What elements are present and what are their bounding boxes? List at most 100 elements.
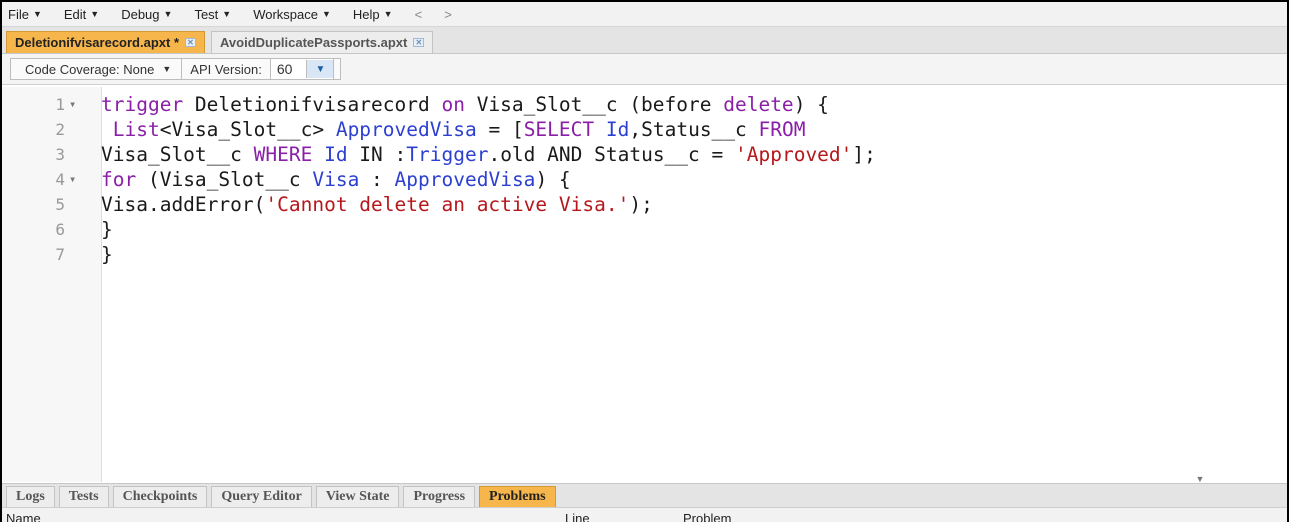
code-token: ) { (535, 168, 571, 191)
code-text[interactable]: } (95, 217, 113, 242)
tab-query-editor[interactable]: Query Editor (211, 486, 312, 507)
code-text[interactable]: List<Visa_Slot__c> ApprovedVisa = [SELEC… (95, 117, 806, 142)
tab-deletionifvisarecord[interactable]: Deletionifvisarecord.apxt * ✕ (6, 31, 205, 53)
code-token: } (101, 243, 113, 266)
chevron-down-icon: ▼ (90, 9, 100, 19)
line-number: 1 (55, 95, 65, 114)
line-number: 6 (55, 220, 65, 239)
code-token: List (112, 118, 160, 141)
code-token: 'Approved' (735, 143, 853, 166)
chevron-down-icon[interactable]: ▼ (306, 60, 334, 78)
code-token: : (359, 168, 395, 191)
api-version-select[interactable]: 60 ▼ (269, 58, 335, 80)
code-token: (Visa_Slot__c (136, 168, 313, 191)
code-line[interactable]: 3 Visa_Slot__c WHERE Id IN :Trigger.old A… (2, 142, 1287, 167)
menu-test[interactable]: Test ▼ (194, 7, 231, 22)
code-line[interactable]: 7} (2, 242, 1287, 267)
fold-arrow-icon[interactable]: ▾ (65, 92, 95, 117)
code-token: delete (723, 93, 794, 116)
code-line[interactable]: 1 ▾ trigger Deletionifvisarecord on Visa_S… (2, 92, 1287, 117)
fold-arrow-icon[interactable]: ▾ (65, 167, 95, 192)
line-number: 5 (55, 195, 65, 214)
code-token: FROM (758, 118, 806, 141)
menu-edit-label: Edit (63, 6, 87, 22)
code-token: Visa_Slot__c (101, 143, 254, 166)
code-text[interactable]: Visa.addError('Cannot delete an active V… (95, 192, 653, 217)
api-version-control: API Version: 60 ▼ (181, 58, 342, 80)
back-button[interactable]: < (415, 7, 423, 22)
code-token: Id (324, 143, 348, 166)
code-token: Visa.addError( (101, 193, 266, 216)
code-line[interactable]: 5 Visa.addError('Cannot delete an active … (2, 192, 1287, 217)
scroll-indicator-icon[interactable]: ▼ (1177, 474, 1223, 484)
code-token: ) { (793, 93, 829, 116)
tab-progress[interactable]: Progress (403, 486, 476, 507)
code-token: Visa_Slot__c (before (464, 93, 724, 116)
chevron-down-icon: ▼ (32, 9, 42, 19)
tab-logs[interactable]: Logs (6, 486, 55, 507)
code-editor[interactable]: 1 ▾ trigger Deletionifvisarecord on Visa_S… (2, 87, 1287, 484)
menu-workspace-label: Workspace (253, 6, 318, 22)
column-name[interactable]: Name (6, 511, 41, 522)
line-number: 4 (55, 170, 65, 189)
menu-test-label: Test (194, 6, 219, 22)
tab-checkpoints[interactable]: Checkpoints (112, 486, 208, 507)
code-coverage-dropdown[interactable]: Code Coverage: None ▼ (10, 58, 182, 80)
menu-file-label: File (8, 6, 29, 22)
code-text[interactable]: for (Visa_Slot__c Visa : ApprovedVisa) { (95, 167, 571, 192)
tab-close-icon[interactable]: ✕ (413, 38, 425, 47)
tab-view-state[interactable]: View State (315, 486, 400, 507)
code-token: ApprovedVisa (335, 118, 477, 141)
menu-help[interactable]: Help ▼ (353, 7, 393, 22)
tab-tests[interactable]: Tests (58, 486, 109, 507)
api-version-value: 60 (276, 61, 293, 77)
menu-debug-label: Debug (121, 6, 160, 22)
code-token: 'Cannot delete an active Visa.' (265, 193, 630, 216)
code-token: Visa (312, 168, 360, 191)
code-token: } (101, 218, 113, 241)
code-text[interactable]: trigger Deletionifvisarecord on Visa_Slo… (95, 92, 829, 117)
code-token: WHERE (253, 143, 313, 166)
menu-file[interactable]: File ▼ (8, 7, 42, 22)
menu-edit[interactable]: Edit ▼ (64, 7, 99, 22)
line-number: 3 (55, 145, 65, 164)
code-line[interactable]: 4 ▾ for (Visa_Slot__c Visa : ApprovedVisa)… (2, 167, 1287, 192)
column-problem[interactable]: Problem (683, 511, 731, 522)
code-token: Trigger (406, 143, 489, 166)
tab-problems[interactable]: Problems (479, 486, 556, 507)
code-text[interactable]: } (95, 242, 113, 267)
chevron-down-icon: ▼ (383, 9, 393, 19)
code-token: ]; (852, 143, 876, 166)
chevron-down-icon: ▼ (222, 9, 232, 19)
problems-table-header: Name Line Problem (2, 507, 1287, 522)
developer-console-window: File ▼ Edit ▼ Debug ▼ Test ▼ Workspace ▼ Help… (0, 0, 1289, 522)
menu-workspace[interactable]: Workspace ▼ (253, 7, 331, 22)
line-number: 2 (55, 120, 65, 139)
code-line[interactable]: 2 List<Visa_Slot__c> ApprovedVisa = [SEL… (2, 117, 1287, 142)
api-version-label: API Version: (190, 61, 262, 77)
tab-close-icon[interactable]: ✕ (185, 38, 196, 47)
chevron-down-icon: ▼ (162, 64, 172, 74)
menu-debug[interactable]: Debug ▼ (121, 7, 172, 22)
code-text[interactable]: Visa_Slot__c WHERE Id IN :Trigger.old AN… (95, 142, 876, 167)
code-token: SELECT (523, 118, 595, 141)
code-lines[interactable]: 1 ▾ trigger Deletionifvisarecord on Visa_S… (2, 92, 1287, 267)
code-token: Id (605, 118, 630, 141)
chevron-down-icon: ▼ (163, 9, 173, 19)
editor-toolbar: Code Coverage: None ▼ API Version: 60 ▼ (2, 54, 1287, 85)
forward-button[interactable]: > (444, 7, 452, 22)
code-token: trigger (101, 93, 184, 116)
column-line[interactable]: Line (565, 511, 590, 522)
code-line[interactable]: 6} (2, 217, 1287, 242)
code-token: ApprovedVisa (394, 168, 536, 191)
bottom-panel-tabs: Logs Tests Checkpoints Query Editor View Sta… (2, 483, 1287, 507)
code-token: Deletionifvisarecord (183, 93, 442, 116)
file-tab-bar: Deletionifvisarecord.apxt * ✕ AvoidDupli… (2, 27, 1287, 54)
tab-avoidduplicatepassports[interactable]: AvoidDuplicatePassports.apxt ✕ (211, 31, 434, 53)
